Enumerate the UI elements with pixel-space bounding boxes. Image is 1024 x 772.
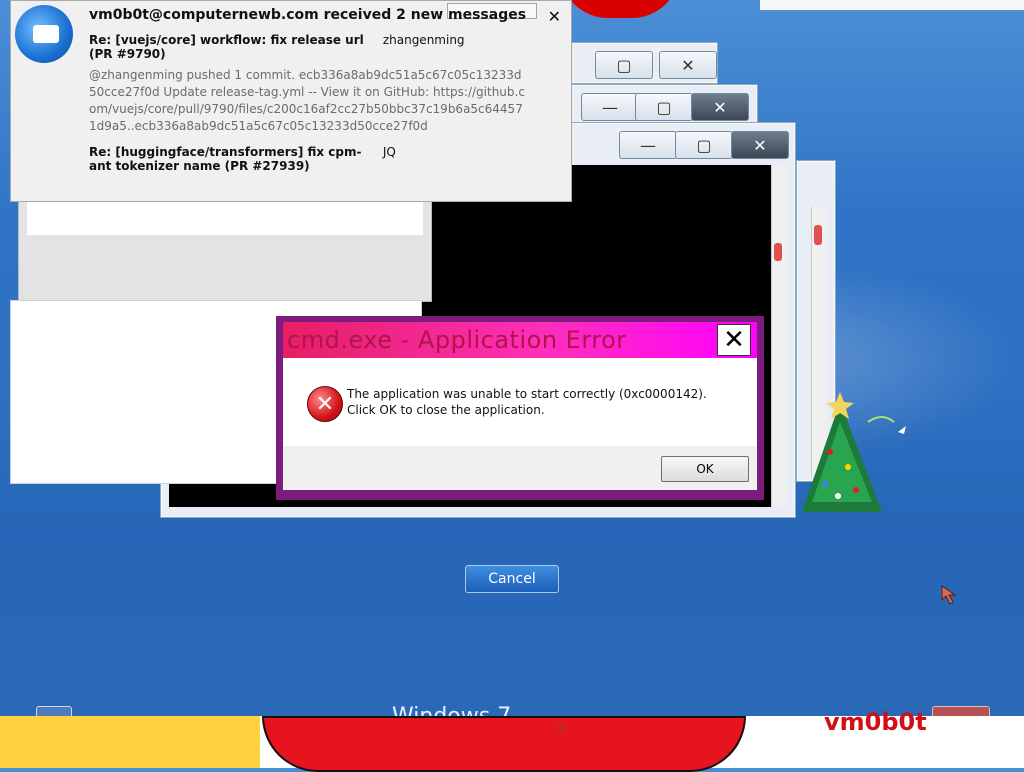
dialog-content: ✕ The application was unable to start co… bbox=[283, 358, 757, 446]
mail-notification[interactable]: ✕ vm0b0t@computernewb.com received 2 new… bbox=[10, 0, 572, 202]
left-panel-content bbox=[27, 201, 423, 235]
thunderbird-icon bbox=[15, 5, 73, 63]
message-item[interactable]: Re: [huggingface/transformers] fix cpm-a… bbox=[89, 145, 561, 173]
top-decoration bbox=[560, 0, 680, 18]
close-button[interactable]: ✕ bbox=[691, 93, 749, 121]
cancel-button[interactable]: Cancel bbox=[465, 565, 559, 593]
message-subject: Re: [huggingface/transformers] fix cpm-a… bbox=[89, 145, 362, 173]
ok-button[interactable]: OK bbox=[661, 456, 749, 482]
message-item[interactable]: Re: [vuejs/core] workflow: fix release u… bbox=[89, 33, 561, 135]
error-icon: ✕ bbox=[307, 386, 343, 422]
wallpaper-yellow-shape bbox=[0, 716, 260, 768]
vertical-scrollbar[interactable] bbox=[771, 165, 786, 507]
dialog-close-button[interactable]: ✕ bbox=[717, 324, 751, 356]
close-button[interactable]: ✕ bbox=[731, 131, 789, 159]
wallpaper-red-shape bbox=[262, 716, 746, 772]
notification-sidebar bbox=[11, 1, 83, 201]
message-sender: JQ bbox=[382, 145, 396, 159]
notification-body: vm0b0t@computernewb.com received 2 new m… bbox=[89, 7, 561, 173]
minimize-button[interactable]: — bbox=[619, 131, 677, 159]
window-back-2[interactable]: — ▢ ✕ bbox=[570, 84, 758, 126]
dialog-message: The application was unable to start corr… bbox=[347, 387, 707, 417]
scrollbar-thumb[interactable] bbox=[774, 243, 782, 261]
top-strip bbox=[760, 0, 1024, 10]
scrollbar-thumb[interactable] bbox=[814, 225, 822, 245]
application-error-dialog[interactable]: cmd.exe - Application Error ✕ ✕ The appl… bbox=[276, 316, 764, 500]
message-sender: zhangenming bbox=[382, 33, 465, 47]
message-subject: Re: [vuejs/core] workflow: fix release u… bbox=[89, 33, 364, 61]
dialog-titlebar[interactable]: cmd.exe - Application Error ✕ bbox=[283, 322, 757, 358]
dialog-footer: OK bbox=[283, 446, 757, 490]
left-panel bbox=[18, 200, 432, 302]
maximize-button[interactable]: ▢ bbox=[675, 131, 733, 159]
message-preview: @zhangenming pushed 1 commit. ecb336a8ab… bbox=[89, 68, 525, 133]
wallpaper-text: vm0b0t bbox=[824, 708, 927, 736]
maximize-button[interactable]: ▢ bbox=[635, 93, 693, 121]
christmas-tree-image bbox=[802, 392, 906, 512]
mouse-cursor-icon bbox=[941, 585, 957, 605]
notification-title: vm0b0t@computernewb.com received 2 new m… bbox=[89, 7, 527, 23]
bottom-wallpaper-strip: ❄ vm0b0t bbox=[0, 708, 1024, 772]
maximize-button[interactable]: ▢ bbox=[595, 51, 653, 79]
dialog-title: cmd.exe - Application Error bbox=[287, 326, 627, 354]
snowflake-icon: ❄ bbox=[556, 720, 568, 736]
minimize-button[interactable]: — bbox=[581, 93, 639, 121]
close-button[interactable]: ✕ bbox=[659, 51, 717, 79]
